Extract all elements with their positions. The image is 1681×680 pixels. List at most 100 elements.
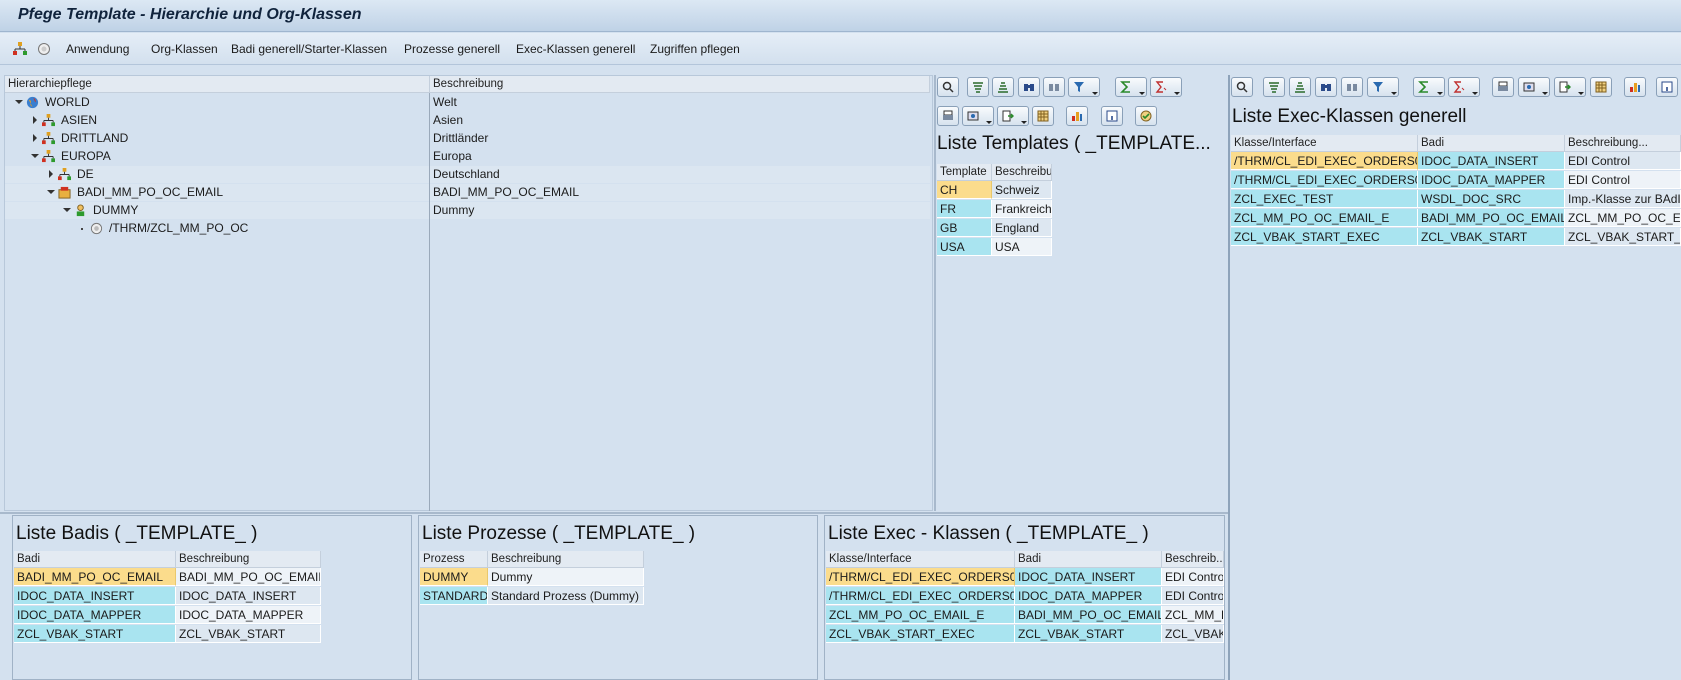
templates-header-template[interactable]: Template	[937, 164, 992, 181]
badi-description-cell[interactable]: ZCL_VBAK_START	[176, 625, 321, 643]
prozesse-header-description[interactable]: Beschreibung	[488, 551, 644, 568]
find-next-button[interactable]	[1341, 77, 1363, 97]
sort-ascending-button[interactable]	[967, 77, 989, 97]
sum-button[interactable]	[1115, 77, 1147, 97]
exec-description-cell[interactable]: EDI Contro	[1162, 568, 1224, 586]
bottom-splitter[interactable]	[0, 512, 1228, 514]
template-key-cell[interactable]: GB	[937, 219, 992, 237]
information-button[interactable]	[1656, 77, 1678, 97]
collapse-arrow-icon[interactable]	[47, 190, 55, 194]
process-description-cell[interactable]: Dummy	[488, 568, 644, 586]
check-entries-button[interactable]	[1135, 106, 1157, 126]
exec-description-cell[interactable]: Imp.-Klasse zur BAdI-	[1565, 190, 1681, 208]
expand-arrow-icon[interactable]	[33, 116, 37, 124]
tree-node[interactable]: /THRM/ZCL_MM_PO_OC	[5, 220, 429, 237]
subtotal-button[interactable]	[1150, 77, 1182, 97]
exec-badi-cell[interactable]: BADI_MM_PO_OC_EMAIL	[1418, 209, 1565, 227]
exec-template-header-badi[interactable]: Badi	[1015, 551, 1162, 568]
find-button[interactable]	[1018, 77, 1040, 97]
sum-button[interactable]	[1413, 77, 1445, 97]
filter-button[interactable]	[1068, 77, 1100, 97]
layout-button[interactable]	[1032, 106, 1054, 126]
exec-class-cell[interactable]: ZCL_EXEC_TEST	[1231, 190, 1418, 208]
process-description-cell[interactable]: Standard Prozess (Dummy)	[488, 587, 644, 605]
layout-button[interactable]	[1590, 77, 1612, 97]
details-button[interactable]	[1231, 77, 1253, 97]
badi-description-cell[interactable]: IDOC_DATA_INSERT	[176, 587, 321, 605]
collapse-arrow-icon[interactable]	[31, 154, 39, 158]
prozesse-header-process[interactable]: Prozess	[420, 551, 488, 568]
print-button[interactable]	[937, 106, 959, 126]
templates-header-description[interactable]: Beschreibu	[992, 164, 1052, 181]
print-button[interactable]	[1492, 77, 1514, 97]
exec-badi-cell[interactable]: IDOC_DATA_INSERT	[1418, 152, 1565, 170]
exec-description-cell[interactable]: EDI Contro	[1162, 587, 1224, 605]
sort-descending-button[interactable]	[1289, 77, 1311, 97]
sort-ascending-button[interactable]	[1263, 77, 1285, 97]
exec-class-cell[interactable]: /THRM/CL_EDI_EXEC_ORDERS05	[1231, 152, 1418, 170]
exec-template-header-description[interactable]: Beschreib...	[1162, 551, 1224, 568]
tree-node[interactable]: DUMMY	[5, 202, 429, 219]
badis-header-description[interactable]: Beschreibung	[176, 551, 321, 568]
badi-key-cell[interactable]: IDOC_DATA_MAPPER	[14, 606, 176, 624]
badi-description-cell[interactable]: IDOC_DATA_MAPPER	[176, 606, 321, 624]
exec-description-cell[interactable]: ZCL_VBAK_START_E	[1565, 228, 1681, 246]
exec-template-header-class[interactable]: Klasse/Interface	[826, 551, 1015, 568]
tree-node[interactable]: BADI_MM_PO_OC_EMAIL	[5, 184, 429, 201]
export-button[interactable]	[997, 106, 1029, 126]
sort-descending-button[interactable]	[992, 77, 1014, 97]
exec-badi-cell[interactable]: ZCL_VBAK_START	[1418, 228, 1565, 246]
export-button[interactable]	[1554, 77, 1586, 97]
exec-class-cell[interactable]: ZCL_VBAK_START_EXEC	[1231, 228, 1418, 246]
template-description-cell[interactable]: Schweiz	[992, 181, 1052, 199]
exec-description-cell[interactable]: ZCL_MM_PO_OC_EM	[1565, 209, 1681, 227]
radio-circle-icon[interactable]	[37, 42, 51, 56]
tree-node[interactable]: DE	[5, 166, 429, 183]
views-button[interactable]	[1518, 77, 1550, 97]
toolbar-exec-klassen-generell-button[interactable]: Exec-Klassen generell	[516, 42, 635, 56]
exec-badi-cell[interactable]: ZCL_VBAK_START	[1015, 625, 1162, 643]
exec-description-cell[interactable]: EDI Control	[1565, 171, 1681, 189]
exec-class-cell[interactable]: ZCL_MM_PO_OC_EMAIL_E	[1231, 209, 1418, 227]
find-next-button[interactable]	[1043, 77, 1065, 97]
collapse-arrow-icon[interactable]	[63, 208, 71, 212]
tree-header-description[interactable]: Beschreibung	[430, 76, 930, 93]
exec-class-cell[interactable]: ZCL_VBAK_START_EXEC	[826, 625, 1015, 643]
toolbar-org-klassen-button[interactable]: Org-Klassen	[151, 42, 218, 56]
views-button[interactable]	[962, 106, 994, 126]
process-key-cell[interactable]: DUMMY	[420, 568, 488, 586]
exec-badi-cell[interactable]: BADI_MM_PO_OC_EMAIL	[1015, 606, 1162, 624]
exec-badi-cell[interactable]: IDOC_DATA_MAPPER	[1015, 587, 1162, 605]
toolbar-prozesse-generell-button[interactable]: Prozesse generell	[404, 42, 500, 56]
tree-node[interactable]: WORLD	[5, 94, 429, 111]
toolbar-anwendung-button[interactable]: Anwendung	[66, 42, 129, 56]
tree-node[interactable]: ASIEN	[5, 112, 429, 129]
template-description-cell[interactable]: USA	[992, 238, 1052, 256]
toolbar-zugriffen-pflegen-button[interactable]: Zugriffen pflegen	[650, 42, 740, 56]
exec-general-header-class[interactable]: Klasse/Interface	[1231, 135, 1418, 152]
template-key-cell[interactable]: USA	[937, 238, 992, 256]
badi-description-cell[interactable]: BADI_MM_PO_OC_EMAIL	[176, 568, 321, 586]
tree-header-hierarchy[interactable]: Hierarchiepflege	[5, 76, 430, 93]
graphic-button[interactable]	[1066, 106, 1088, 126]
badi-key-cell[interactable]: BADI_MM_PO_OC_EMAIL	[14, 568, 176, 586]
information-button[interactable]	[1101, 106, 1123, 126]
org-hierarchy-icon[interactable]	[13, 42, 27, 56]
exec-badi-cell[interactable]: IDOC_DATA_MAPPER	[1418, 171, 1565, 189]
graphic-button[interactable]	[1624, 77, 1646, 97]
template-key-cell[interactable]: FR	[937, 200, 992, 218]
tree-node[interactable]: EUROPA	[5, 148, 429, 165]
exec-class-cell[interactable]: /THRM/CL_EDI_EXEC_ORDERS05	[1231, 171, 1418, 189]
template-description-cell[interactable]: Frankreich	[992, 200, 1052, 218]
exec-general-header-description[interactable]: Beschreibung...	[1565, 135, 1681, 152]
subtotal-button[interactable]	[1448, 77, 1480, 97]
exec-description-cell[interactable]: EDI Control	[1565, 152, 1681, 170]
expand-arrow-icon[interactable]	[49, 170, 53, 178]
tree-node[interactable]: DRITTLAND	[5, 130, 429, 147]
badi-key-cell[interactable]: IDOC_DATA_INSERT	[14, 587, 176, 605]
exec-class-cell[interactable]: /THRM/CL_EDI_EXEC_ORDERS05	[826, 568, 1015, 586]
exec-badi-cell[interactable]: IDOC_DATA_INSERT	[1015, 568, 1162, 586]
toolbar-badi-generell-button[interactable]: Badi generell/Starter-Klassen	[231, 42, 387, 56]
template-key-cell[interactable]: CH	[937, 181, 992, 199]
collapse-arrow-icon[interactable]	[15, 100, 23, 104]
